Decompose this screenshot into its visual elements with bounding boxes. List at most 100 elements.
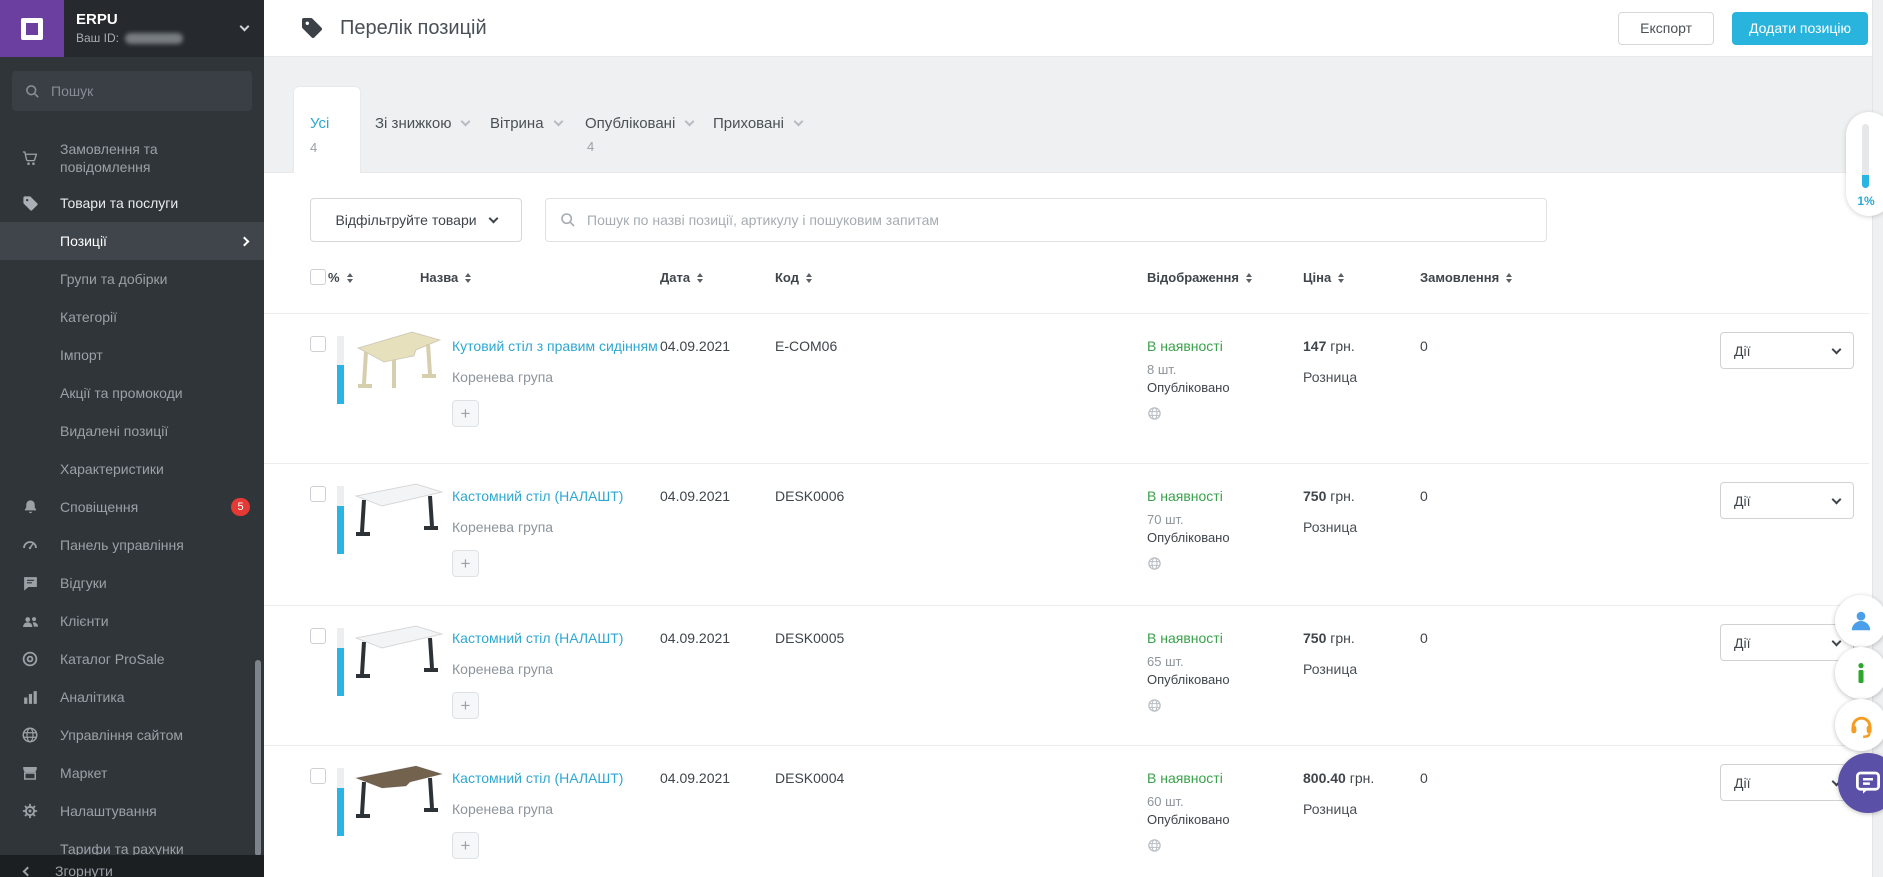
sidebar-item-settings[interactable]: Налаштування [0, 792, 264, 830]
visibility-globe-icon [1147, 838, 1162, 853]
column-header-orders[interactable]: Замовлення [1420, 270, 1513, 285]
expand-row-button[interactable]: + [452, 400, 479, 427]
comment-icon [0, 575, 60, 592]
product-name-link[interactable]: Кастомний стіл (НАЛАШТ) [452, 630, 623, 646]
sort-icon [346, 272, 353, 283]
sidebar-search-input[interactable] [51, 83, 239, 99]
column-header-code[interactable]: Код [775, 270, 812, 285]
published-status: Опубліковано [1147, 812, 1230, 827]
availability-quantity: 60 шт. [1147, 794, 1184, 809]
availability-quantity: 8 шт. [1147, 362, 1177, 377]
row-price: 750 грн. [1303, 630, 1355, 646]
support-fab-button[interactable] [1835, 699, 1883, 751]
account-menu-chevron-icon[interactable] [239, 21, 250, 32]
quality-bar [337, 486, 344, 554]
sidebar-search[interactable] [12, 71, 252, 111]
product-image[interactable] [350, 758, 446, 830]
sidebar-item-notifications[interactable]: Сповіщення 5 [0, 488, 264, 526]
tab-showcase[interactable]: Вітрина [490, 115, 564, 132]
sidebar-item-market[interactable]: Маркет [0, 754, 264, 792]
sidebar-item-dashboard[interactable]: Панель управління [0, 526, 264, 564]
sidebar-item-promos[interactable]: Акції та промокоди [0, 374, 264, 412]
add-position-button[interactable]: Додати позицію [1732, 11, 1868, 45]
user-id-redacted [124, 32, 183, 44]
search-icon [561, 213, 575, 227]
column-header-name[interactable]: Назва [420, 270, 472, 285]
expand-row-button[interactable]: + [452, 550, 479, 577]
row-actions-select[interactable]: Дії [1720, 764, 1854, 801]
sidebar-item-groups[interactable]: Групи та добірки [0, 260, 264, 298]
sidebar-item-import[interactable]: Імпорт [0, 336, 264, 374]
product-name-link[interactable]: Кастомний стіл (НАЛАШТ) [452, 770, 623, 786]
target-icon [0, 650, 60, 668]
row-checkbox[interactable] [310, 336, 326, 352]
row-checkbox[interactable] [310, 628, 326, 644]
completion-gauge-track [1862, 124, 1869, 188]
row-orders: 0 [1420, 488, 1428, 504]
sidebar-item-analytics[interactable]: Аналітика [0, 678, 264, 716]
sidebar-item-reviews[interactable]: Відгуки [0, 564, 264, 602]
chevron-down-icon [488, 213, 499, 224]
completion-gauge[interactable]: 1% [1846, 112, 1883, 216]
row-actions-select[interactable]: Дії [1720, 332, 1854, 369]
chevron-down-icon [793, 116, 804, 127]
sidebar-scrollbar-thumb[interactable] [255, 660, 261, 856]
filter-products-button[interactable]: Відфільтруйте товари [310, 198, 522, 242]
row-actions-select[interactable]: Дії [1720, 482, 1854, 519]
row-checkbox[interactable] [310, 768, 326, 784]
visibility-globe-icon [1147, 556, 1162, 571]
sidebar-item-deleted[interactable]: Видалені позиції [0, 412, 264, 450]
sidebar-item-clients[interactable]: Клієнти [0, 602, 264, 640]
row-orders: 0 [1420, 630, 1428, 646]
account-header[interactable]: ERPU Ваш ID: [0, 0, 264, 57]
chevron-down-icon [461, 116, 471, 127]
product-name-link[interactable]: Кастомний стіл (НАЛАШТ) [452, 488, 623, 504]
tab-hidden[interactable]: Приховані [713, 115, 804, 132]
chevron-down-icon [1831, 494, 1842, 504]
sort-icon [1245, 272, 1252, 283]
column-header-visibility[interactable]: Відображення [1147, 270, 1252, 285]
app-name: ERPU [76, 10, 118, 28]
product-search-input[interactable] [587, 212, 1532, 228]
users-icon [0, 612, 60, 631]
price-type: Розница [1303, 369, 1358, 385]
tab-published[interactable]: Опубліковані 4 [585, 115, 695, 154]
availability-status: В наявності [1147, 770, 1223, 786]
product-image[interactable] [350, 476, 446, 548]
info-fab-button[interactable] [1835, 647, 1883, 699]
tab-discounted[interactable]: Зі знижкою [375, 115, 471, 132]
product-name-link[interactable]: Кутовий стіл з правим сидінням [452, 338, 658, 354]
row-checkbox[interactable] [310, 486, 326, 502]
globe-icon [0, 726, 60, 744]
product-search [545, 198, 1547, 242]
table-row: Кастомний стіл (НАЛАШТ) Коренева група +… [264, 745, 1869, 877]
sidebar-item-prosale[interactable]: Каталог ProSale [0, 640, 264, 678]
tab-all[interactable]: Усі 4 [293, 86, 361, 173]
search-icon [26, 84, 39, 98]
profile-fab-button[interactable] [1835, 595, 1883, 647]
sidebar-item-site[interactable]: Управління сайтом [0, 716, 264, 754]
row-date: 04.09.2021 [660, 770, 731, 786]
sidebar-item-categories[interactable]: Категорії [0, 298, 264, 336]
column-header-date[interactable]: Дата [660, 270, 704, 285]
info-icon [1858, 663, 1864, 683]
sidebar-item-attributes[interactable]: Характеристики [0, 450, 264, 488]
sidebar-item-orders[interactable]: Замовлення та повідомлення [0, 132, 264, 184]
sidebar-item-positions[interactable]: Позиції [0, 222, 264, 260]
export-button[interactable]: Експорт [1618, 11, 1715, 45]
product-image[interactable] [350, 618, 446, 690]
price-type: Розница [1303, 801, 1358, 817]
row-actions-select[interactable]: Дії [1720, 624, 1854, 661]
sidebar-collapse-bar[interactable]: Згорнути [0, 855, 264, 877]
column-header-price[interactable]: Ціна [1303, 270, 1345, 285]
product-image[interactable] [350, 326, 446, 398]
column-header-quality[interactable]: % [328, 270, 353, 285]
select-all-checkbox[interactable] [310, 269, 326, 285]
tab-all-count: 4 [310, 140, 318, 155]
expand-row-button[interactable]: + [452, 692, 479, 719]
expand-row-button[interactable]: + [452, 832, 479, 859]
sort-icon [1338, 272, 1345, 283]
headset-icon [1850, 716, 1872, 738]
sidebar-item-goods[interactable]: Товари та послуги [0, 184, 264, 222]
completion-gauge-value: 1% [1857, 194, 1875, 208]
